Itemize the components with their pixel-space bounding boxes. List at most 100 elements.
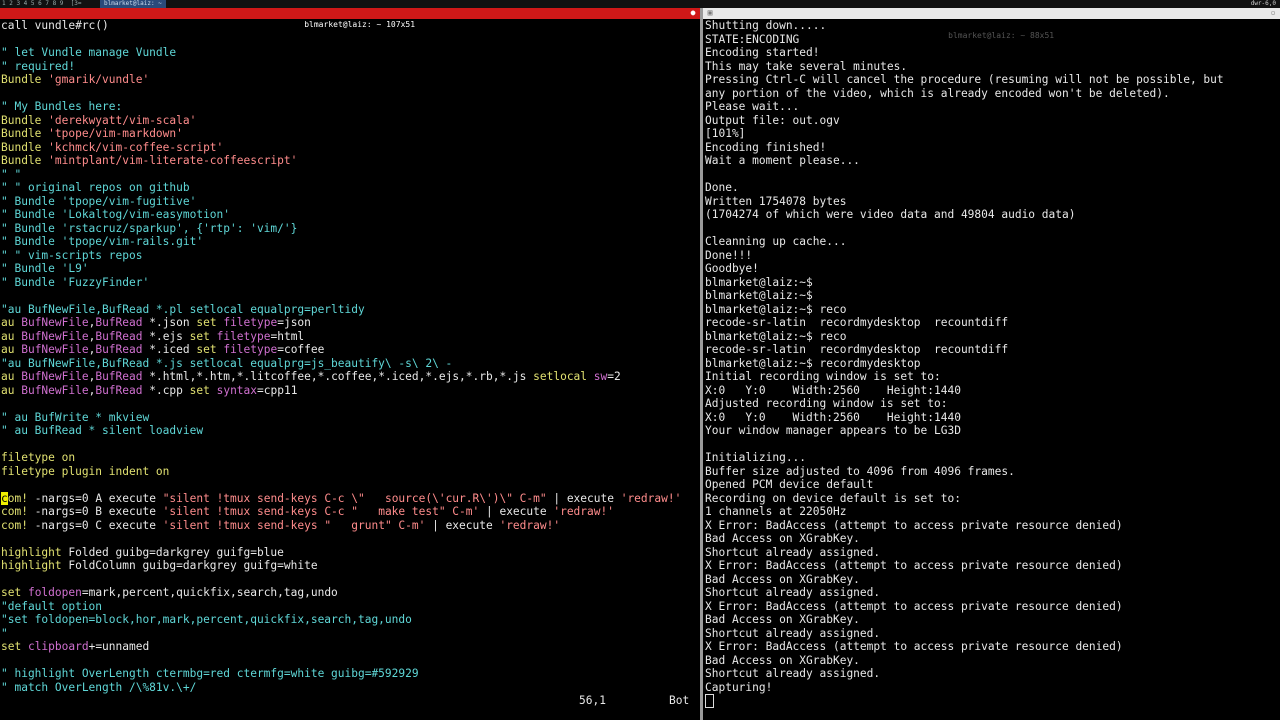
terminal-line: Done. — [705, 181, 739, 194]
terminal-line: Your window manager appears to be LG3D — [705, 424, 961, 437]
code-token: 'redraw!' — [499, 518, 561, 532]
code-token: | execute — [546, 491, 621, 505]
code-token: clipboard — [27, 640, 89, 653]
code-line: au BufNewFile,BufRead *.iced set filetyp… — [1, 343, 681, 357]
vim-terminal-window[interactable]: blmarket@laiz: ~ 107x51 ● call vundle#rc… — [0, 8, 700, 720]
code-token: "default option — [1, 599, 103, 613]
code-token: set — [196, 316, 224, 329]
code-token: FoldColumn guibg=darkgrey guifg=white — [68, 559, 318, 572]
code-token: set — [189, 329, 217, 343]
window-titlebar[interactable]: ▣ blmarket@laiz: ~ 88x51 ▫ — [703, 8, 1280, 40]
code-line: Bundle 'tpope/vim-markdown' — [1, 127, 681, 141]
terminal-line: This may take several minutes. — [705, 59, 908, 73]
code-line: au BufNewFile,BufRead *.html,*.htm,*.lit… — [1, 370, 681, 384]
code-token: " My Bundles here: — [1, 100, 123, 113]
terminal-line: Bad Access on XGrabKey. — [705, 653, 860, 667]
taskbar-window-button[interactable]: blmarket@laiz: ~ — [100, 0, 166, 8]
close-icon[interactable]: ● — [689, 9, 697, 17]
code-token: " " — [1, 167, 22, 181]
terminal-line: Encoding finished! — [705, 140, 827, 154]
terminal-line: X Error: BadAccess (attempt to access pr… — [705, 518, 1123, 532]
code-token: Bundle — [1, 73, 49, 86]
code-line: Bundle 'gmarik/vundle' — [1, 73, 681, 87]
terminal-line: X Error: BadAccess (attempt to access pr… — [705, 599, 1123, 613]
code-token: filetype plugin indent on — [1, 464, 170, 478]
code-token: +=unnamed — [88, 640, 150, 653]
code-token: Folded guibg=darkgrey guifg=blue — [68, 545, 284, 559]
code-line: com! -nargs=0 C execute 'silent !tmux se… — [1, 519, 681, 533]
code-token: *.iced — [149, 343, 197, 356]
code-token: Bundle — [1, 113, 49, 127]
scroll-indicator: Bot — [669, 694, 690, 707]
code-line: Bundle 'derekwyatt/vim-scala' — [1, 114, 681, 128]
terminal-line: Capturing! — [705, 680, 773, 694]
code-token: =mark,percent,quickfix,search,tag,undo — [81, 586, 338, 599]
code-line: " Bundle 'tpope/vim-fugitive' — [1, 195, 681, 209]
terminal-line: Pressing Ctrl-C will cancel the procedur… — [705, 73, 1224, 86]
code-line: au BufNewFile,BufRead *.cpp set syntax=c… — [1, 384, 681, 398]
code-token: filetype — [223, 343, 278, 356]
window-titlebar[interactable]: blmarket@laiz: ~ 107x51 ● — [0, 8, 700, 29]
window-menu-icon[interactable]: ▣ — [706, 9, 714, 17]
code-token: "silent !tmux send-keys C-c \" source(\'… — [162, 491, 547, 505]
code-token: | execute — [425, 518, 500, 532]
terminal-line: Cleanning up cache... — [705, 235, 847, 248]
code-token: *.ejs — [149, 329, 190, 343]
terminal-output[interactable]: Shutting down..... STATE:ENCODING Encoding… — [705, 19, 1224, 708]
code-line: set foldopen=mark,percent,quickfix,searc… — [1, 586, 681, 600]
code-line: " let Vundle manage Vundle — [1, 46, 681, 60]
terminal-line: Initializing... — [705, 451, 807, 464]
code-line: " match OverLength /\%81v.\+/ — [1, 681, 681, 695]
code-token: =cpp11 — [257, 383, 298, 397]
terminal-line: Shutting down..... — [705, 19, 827, 32]
code-token: " highlight OverLength ctermbg=red cterm… — [1, 667, 419, 680]
code-token: *.cpp — [149, 383, 190, 397]
code-token: BufNewFile — [21, 383, 89, 397]
workspace-switcher[interactable]: 1 2 3 4 5 6 7 8 9 [3= — [2, 0, 81, 8]
shell-terminal-window[interactable]: ▣ blmarket@laiz: ~ 88x51 ▫ Shutting down… — [703, 8, 1280, 720]
terminal-line: Shortcut already assigned. — [705, 586, 881, 599]
code-token: " Bundle 'tpope/vim-fugitive' — [1, 194, 197, 208]
code-token: set — [196, 343, 224, 356]
terminal-line: blmarket@laiz:~$ — [705, 275, 813, 289]
code-token: " Bundle 'FuzzyFinder' — [1, 275, 150, 289]
code-token: au — [1, 329, 22, 343]
code-token: 'tpope/vim-markdown' — [48, 127, 183, 140]
code-line: "au BufNewFile,BufRead *.pl setlocal equ… — [1, 303, 681, 317]
terminal-line: Bad Access on XGrabKey. — [705, 532, 860, 545]
code-line: " My Bundles here: — [1, 100, 681, 114]
close-icon[interactable]: ▫ — [1269, 9, 1277, 17]
code-token: " " original repos on github — [1, 181, 190, 194]
code-token: BufNewFile — [21, 343, 89, 356]
code-line: " highlight OverLength ctermbg=red cterm… — [1, 667, 681, 681]
code-token: 'silent !tmux send-keys " grunt" C-m' — [162, 518, 426, 532]
code-line: " Bundle 'Lokaltog/vim-easymotion' — [1, 208, 681, 222]
code-token: Bundle — [1, 127, 49, 140]
code-token: *.json — [149, 316, 197, 329]
code-token: BufRead — [95, 316, 150, 329]
code-token: foldopen — [27, 586, 82, 599]
code-token: " au BufRead * silent loadview — [1, 424, 204, 437]
vim-status-line: 56,1 Bot — [0, 694, 700, 708]
code-token: -nargs=0 A execute — [34, 491, 163, 505]
code-token: filetype on — [1, 451, 76, 464]
code-token: BufRead — [95, 329, 150, 343]
terminal-line: Adjusted recording window is set to: — [705, 397, 948, 410]
terminal-line: Output file: out.ogv — [705, 113, 840, 127]
code-line: " Bundle 'rstacruz/sparkup', {'rtp': 'vi… — [1, 222, 681, 236]
code-token: au — [1, 383, 22, 397]
terminal-line: Recording on device default is set to: — [705, 491, 961, 505]
code-token: sw — [593, 370, 608, 383]
code-line: com! -nargs=0 A execute "silent !tmux se… — [1, 491, 681, 506]
cursor-position: 56,1 — [579, 694, 606, 707]
vim-buffer[interactable]: call vundle#rc() " let Vundle manage Vund… — [1, 19, 681, 694]
terminal-line: X:0 Y:0 Width:2560 Height:1440 — [705, 410, 961, 424]
